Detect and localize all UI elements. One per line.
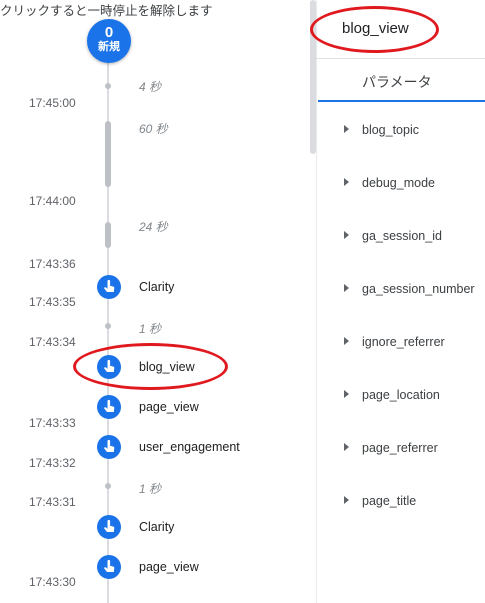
gap-duration: 1 秒 xyxy=(139,482,162,496)
highlight-ellipse xyxy=(73,343,228,390)
gap-bar xyxy=(105,222,111,248)
param-item[interactable]: ga_session_id xyxy=(362,229,442,243)
tab-parameters[interactable]: パラメータ xyxy=(362,72,432,92)
tap-icon[interactable] xyxy=(97,515,121,539)
timestamp: 17:43:30 xyxy=(29,575,76,589)
expand-arrow-icon[interactable] xyxy=(344,337,349,345)
param-item[interactable]: ga_session_number xyxy=(362,282,475,296)
new-events-label: 新規 xyxy=(98,41,120,53)
gap-duration: 60 秒 xyxy=(139,122,168,136)
gap-duration: 1 秒 xyxy=(139,322,162,336)
timestamp: 17:43:33 xyxy=(29,416,76,430)
event-item[interactable]: user_engagement xyxy=(139,440,240,454)
event-item[interactable]: Clarity xyxy=(139,280,174,294)
gap-duration: 24 秒 xyxy=(139,220,168,234)
expand-arrow-icon[interactable] xyxy=(344,390,349,398)
tap-icon[interactable] xyxy=(97,555,121,579)
timestamp: 17:43:34 xyxy=(29,335,76,349)
gap-duration: 4 秒 xyxy=(139,80,162,94)
panel-header-divider xyxy=(316,58,485,59)
timeline-tick xyxy=(105,83,111,89)
tap-icon[interactable] xyxy=(97,435,121,459)
expand-arrow-icon[interactable] xyxy=(344,125,349,133)
param-item[interactable]: page_location xyxy=(362,388,440,402)
highlight-ellipse xyxy=(310,6,439,53)
tap-icon[interactable] xyxy=(97,275,121,299)
timestamp: 17:43:35 xyxy=(29,295,76,309)
timestamp: 17:43:31 xyxy=(29,495,76,509)
event-item[interactable]: Clarity xyxy=(139,520,174,534)
expand-arrow-icon[interactable] xyxy=(344,231,349,239)
expand-arrow-icon[interactable] xyxy=(344,496,349,504)
param-item[interactable]: blog_topic xyxy=(362,123,419,137)
param-item[interactable]: debug_mode xyxy=(362,176,435,190)
timeline-tick xyxy=(105,323,111,329)
expand-arrow-icon[interactable] xyxy=(344,178,349,186)
param-item[interactable]: page_referrer xyxy=(362,441,438,455)
event-item[interactable]: page_view xyxy=(139,560,199,574)
tap-icon[interactable] xyxy=(97,395,121,419)
timestamp: 17:43:36 xyxy=(29,257,76,271)
param-item[interactable]: ignore_referrer xyxy=(362,335,445,349)
tab-active-indicator xyxy=(318,100,485,102)
panel-separator xyxy=(316,0,317,603)
param-item[interactable]: page_title xyxy=(362,494,416,508)
resume-hint: クリックすると一時停止を解除します xyxy=(0,4,213,18)
expand-arrow-icon[interactable] xyxy=(344,443,349,451)
timeline-tick xyxy=(105,483,111,489)
gap-bar xyxy=(105,121,111,187)
timestamp: 17:43:32 xyxy=(29,456,76,470)
timestamp: 17:45:00 xyxy=(29,96,76,110)
new-events-badge[interactable]: 0 新規 xyxy=(87,19,131,63)
expand-arrow-icon[interactable] xyxy=(344,284,349,292)
timestamp: 17:44:00 xyxy=(29,194,76,208)
new-events-count: 0 xyxy=(104,24,114,41)
event-item[interactable]: page_view xyxy=(139,400,199,414)
